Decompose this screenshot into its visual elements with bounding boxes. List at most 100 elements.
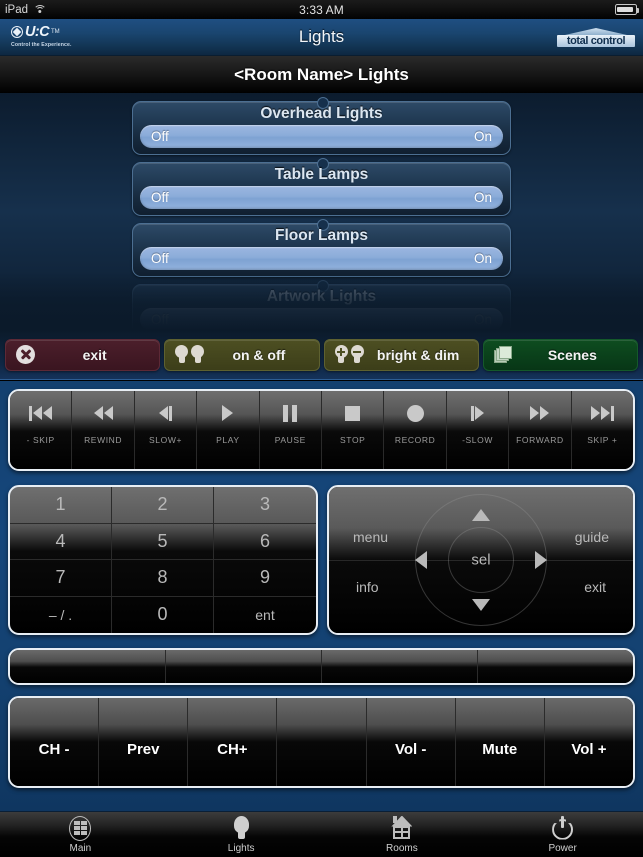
house-icon <box>389 815 414 841</box>
on-and-off-button-label: on & off <box>232 346 286 363</box>
blank-key[interactable] <box>166 650 322 683</box>
transport-key-forward[interactable]: FORWARD <box>509 391 572 469</box>
slider-on-label: On <box>473 312 492 327</box>
tab-lights[interactable]: Lights <box>161 812 322 857</box>
keypad-key-2[interactable]: 2 <box>112 487 214 524</box>
tab-label: Power <box>548 842 577 854</box>
light-slider[interactable]: Off On <box>140 186 503 209</box>
light-slider[interactable]: Off On <box>140 308 503 330</box>
remote-control-area: - SKIP REWIND SLOW+ PLAY PAUSE STOP RECO… <box>0 381 643 811</box>
previous-channel-button[interactable]: Prev <box>99 698 189 786</box>
light-slider[interactable]: Off On <box>140 247 503 270</box>
transport-key-play[interactable]: PLAY <box>197 391 260 469</box>
transport-key-label: -SLOW <box>462 435 493 445</box>
volume-up-button[interactable]: Vol + <box>544 698 633 786</box>
keypad-key-5[interactable]: 5 <box>112 523 214 560</box>
page-title: Lights <box>298 27 345 46</box>
keypad-key-4[interactable]: 4 <box>10 523 112 560</box>
status-clock: 3:33 AM <box>299 2 344 17</box>
bulb-plus-minus-icon <box>334 345 364 364</box>
slider-off-label: Off <box>151 312 169 327</box>
lights-list: Overhead Lights Off On Table Lamps Off O… <box>132 97 511 330</box>
tab-rooms[interactable]: Rooms <box>322 812 483 857</box>
transport-key-record[interactable]: RECORD <box>384 391 447 469</box>
dpad-guide-button[interactable]: guide <box>575 529 609 545</box>
urc-tagline: Control the Experience. <box>11 41 72 48</box>
rewind-icon <box>93 391 113 435</box>
dpad-menu-button[interactable]: menu <box>353 529 388 545</box>
keypad-key-7[interactable]: 7 <box>10 560 112 597</box>
transport-panel: - SKIP REWIND SLOW+ PLAY PAUSE STOP RECO… <box>8 389 635 471</box>
room-header-title: <Room Name> Lights <box>234 64 409 84</box>
arrow-left-icon[interactable] <box>415 551 427 569</box>
transport-key-label: SLOW+ <box>149 435 183 445</box>
keypad-key-9[interactable]: 9 <box>214 560 316 597</box>
mute-button[interactable]: Mute <box>455 698 545 786</box>
transport-key-slow-reverse[interactable]: -SLOW <box>446 391 510 469</box>
blank-key[interactable] <box>277 698 367 786</box>
transport-key-slow-plus[interactable]: SLOW+ <box>134 391 198 469</box>
light-row[interactable]: Artwork Lights Off On <box>132 280 511 330</box>
dpad-info-button[interactable]: info <box>356 579 379 595</box>
keypad-key-6[interactable]: 6 <box>214 524 316 560</box>
transport-key-pause[interactable]: PAUSE <box>259 391 323 469</box>
keypad-key-3[interactable]: 3 <box>214 487 316 524</box>
app-root: iPad 3:33 AM U:C TM Control the Experien… <box>0 0 643 857</box>
slider-off-label: Off <box>151 129 169 144</box>
on-and-off-button[interactable]: on & off <box>164 338 320 371</box>
light-row[interactable]: Floor Lamps Off On <box>132 219 511 277</box>
transport-key-rewind[interactable]: REWIND <box>72 391 135 469</box>
exit-button[interactable]: exit <box>5 338 161 371</box>
slider-on-label: On <box>473 129 492 144</box>
transport-key-label: SKIP + <box>587 435 618 445</box>
keypad-key-0[interactable]: 0 <box>112 596 214 633</box>
blank-key[interactable] <box>478 650 633 683</box>
keypad-key-dash-dot[interactable]: – / . <box>10 596 112 633</box>
mode-button-bar: exit on & off bright & dim Scenes <box>0 330 643 380</box>
urc-trademark: TM <box>50 29 60 36</box>
keypad-key-enter[interactable]: ent <box>214 597 316 634</box>
transport-key-skip-back[interactable]: - SKIP <box>10 391 73 469</box>
urc-logo-top: U:C TM <box>11 25 91 40</box>
bright-and-dim-button[interactable]: bright & dim <box>323 338 479 371</box>
dpad-exit-button[interactable]: exit <box>584 579 606 595</box>
pause-icon <box>283 391 298 435</box>
light-row[interactable]: Table Lamps Off On <box>132 158 511 216</box>
total-control-text: total control <box>557 35 635 47</box>
arrow-down-icon[interactable] <box>472 599 490 611</box>
tab-main[interactable]: Main <box>0 812 161 857</box>
room-header: <Room Name> Lights <box>0 56 643 93</box>
dpad-select-button[interactable]: sel <box>471 552 490 569</box>
fast-forward-icon <box>530 391 550 435</box>
scenes-button[interactable]: Scenes <box>482 338 638 371</box>
urc-diamond-icon <box>11 26 23 39</box>
light-row[interactable]: Overhead Lights Off On <box>132 97 511 155</box>
tab-label: Main <box>69 842 92 854</box>
transport-key-stop[interactable]: STOP <box>322 391 385 469</box>
keypad-key-8[interactable]: 8 <box>112 560 214 597</box>
transport-key-skip-forward[interactable]: SKIP + <box>571 391 633 469</box>
arrow-up-icon[interactable] <box>472 509 490 521</box>
transport-key-label: PAUSE <box>274 435 306 445</box>
blank-key[interactable] <box>322 650 478 683</box>
dpad-surface: sel menu guide info exit <box>329 487 633 633</box>
stacked-pages-icon <box>493 345 513 364</box>
tab-power[interactable]: Power <box>482 812 643 857</box>
skip-back-icon <box>29 391 53 435</box>
numeric-keypad: 1 2 3 4 5 6 7 8 9 – / . 0 ent <box>8 485 318 635</box>
channel-down-button[interactable]: CH - <box>10 698 100 786</box>
slow-forward-icon <box>159 391 173 435</box>
arrow-right-icon[interactable] <box>535 551 547 569</box>
lights-scroll-area[interactable]: Overhead Lights Off On Table Lamps Off O… <box>0 93 643 330</box>
transport-key-label: REWIND <box>84 435 123 445</box>
volume-down-button[interactable]: Vol - <box>366 698 456 786</box>
blank-key[interactable] <box>10 650 166 683</box>
urc-logo-letters: U:C <box>25 24 50 40</box>
transport-key-label: - SKIP <box>26 435 55 445</box>
keypad-key-1[interactable]: 1 <box>10 487 112 524</box>
light-slider[interactable]: Off On <box>140 125 503 148</box>
channel-up-button[interactable]: CH+ <box>188 698 278 786</box>
record-icon <box>406 391 424 435</box>
light-name: Floor Lamps <box>274 227 368 244</box>
light-name: Overhead Lights <box>260 105 383 122</box>
